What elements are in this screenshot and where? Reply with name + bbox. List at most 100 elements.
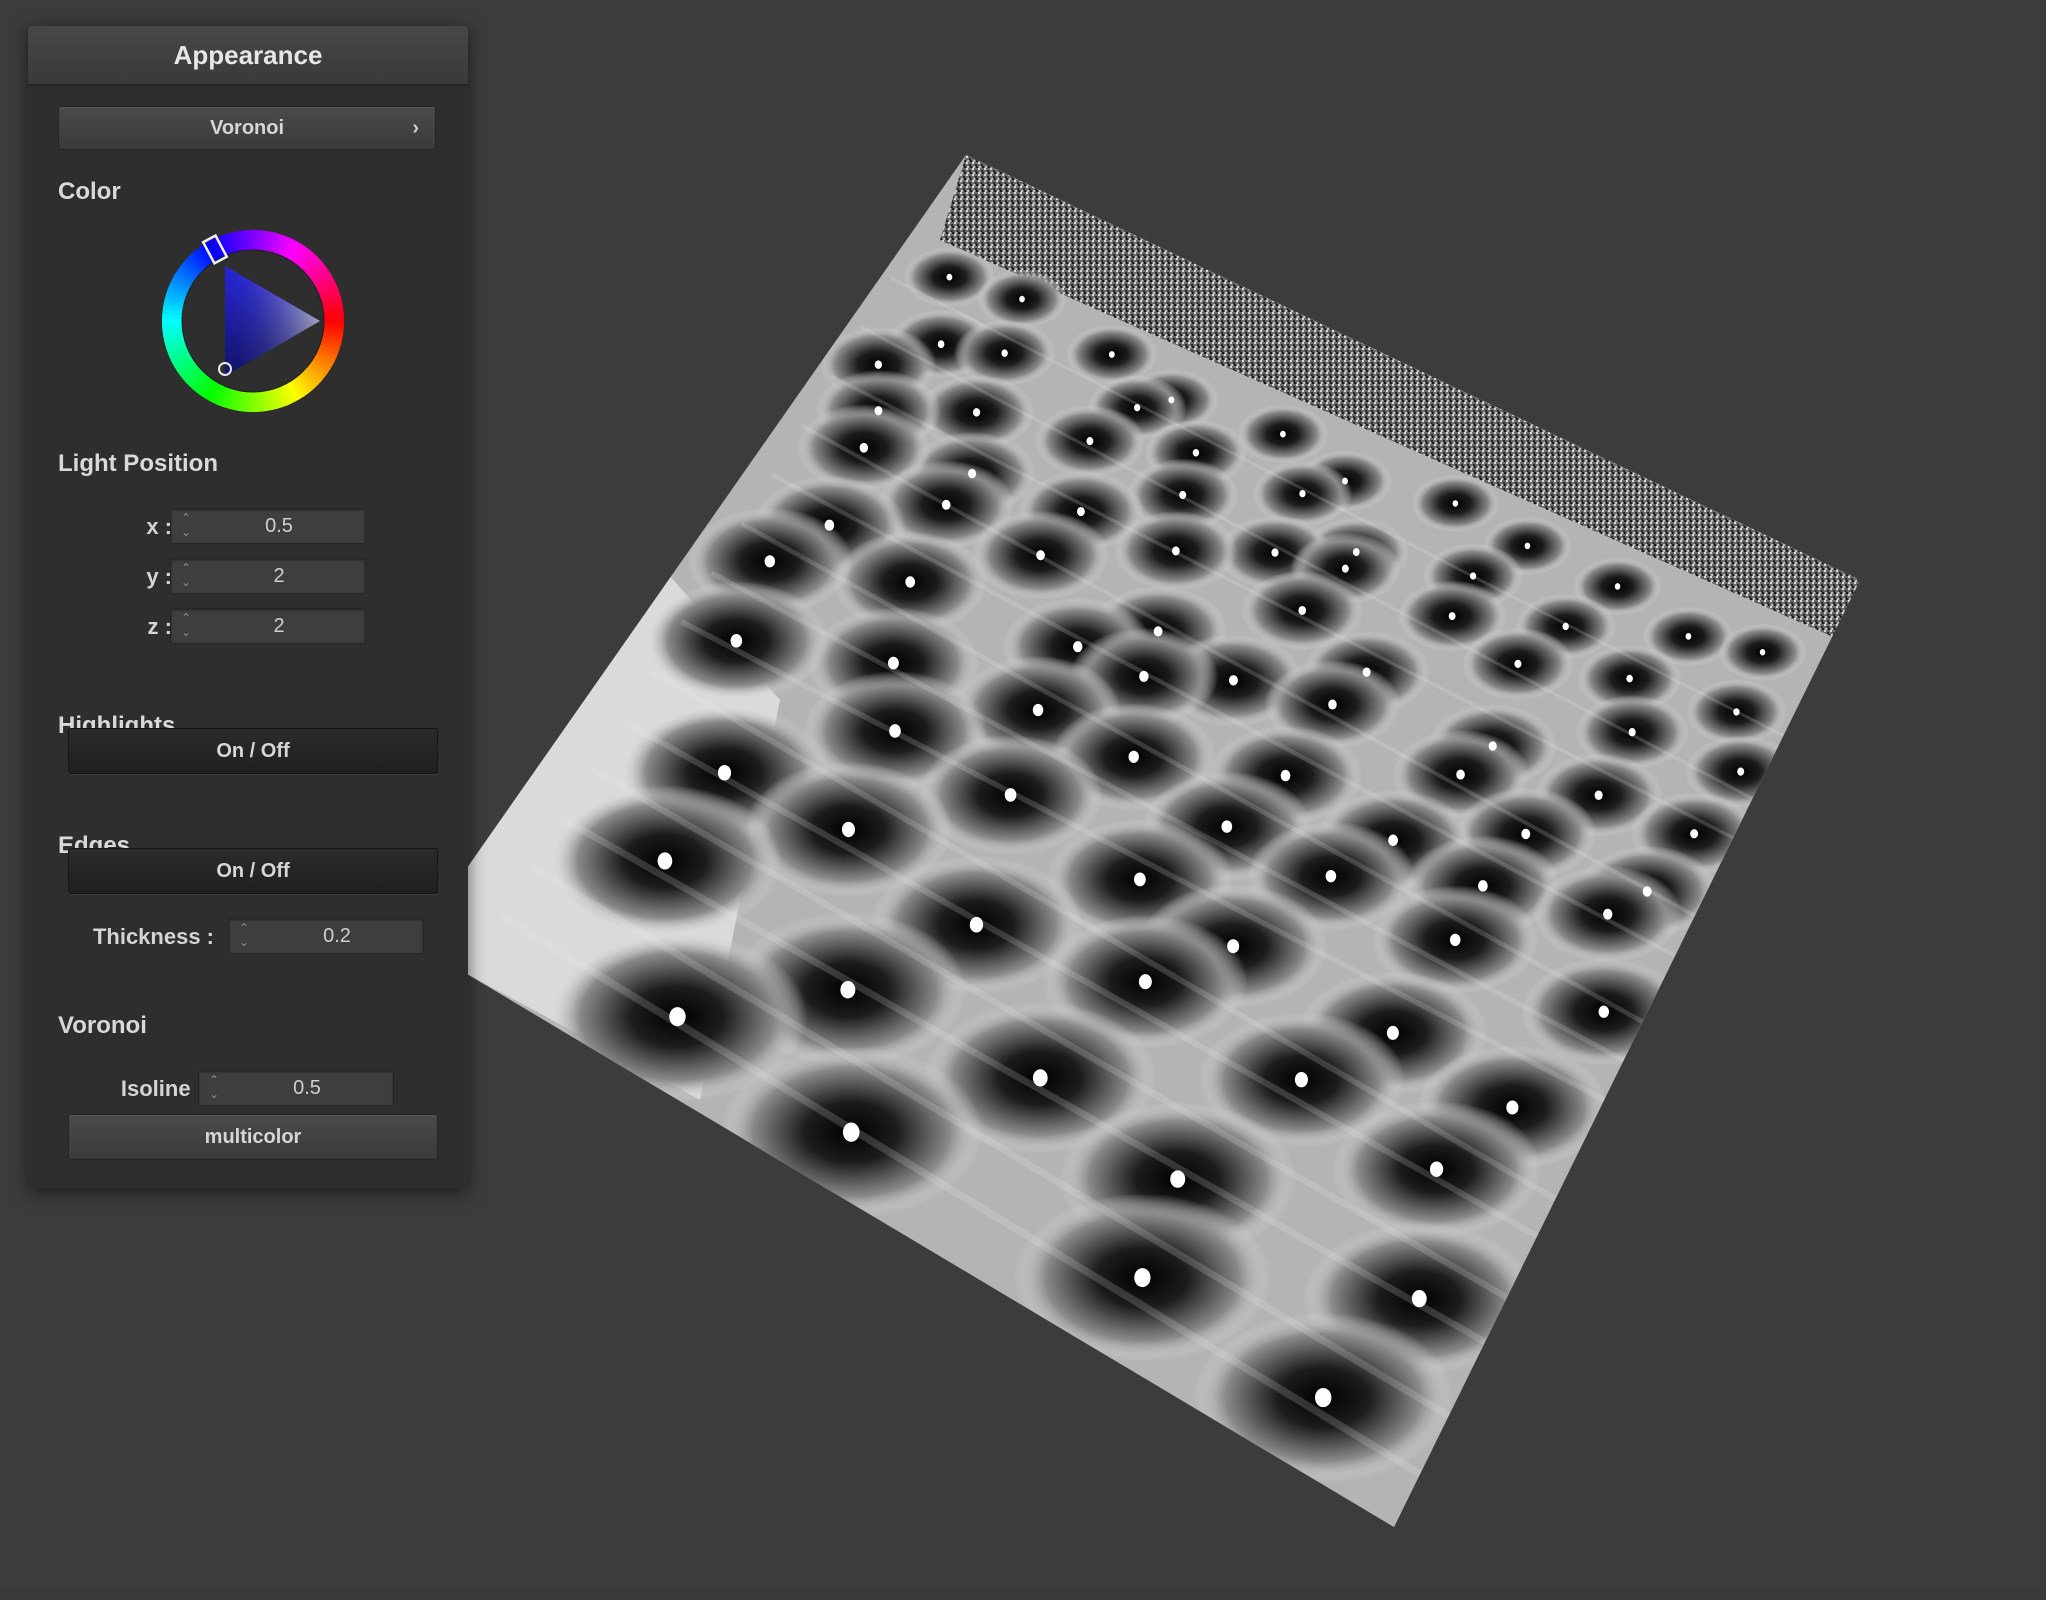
isoline-label: Isoline : xyxy=(120,1076,204,1101)
saturation-value-triangle-icon[interactable] xyxy=(225,266,320,376)
voronoi-seed-point xyxy=(1032,703,1044,717)
light-y-label: y : xyxy=(146,564,172,589)
voronoi-seed-point xyxy=(941,499,951,510)
voronoi-seed-point xyxy=(1271,548,1279,557)
voronoi-seed-point xyxy=(1628,728,1636,737)
voronoi-seed-point xyxy=(1019,295,1025,303)
voronoi-section-label: Voronoi xyxy=(58,1012,147,1039)
voronoi-seed-point xyxy=(730,634,743,648)
edges-toggle-button[interactable]: On / Off xyxy=(68,848,438,894)
voronoi-seed-point xyxy=(764,555,776,568)
material-dropdown-label: Voronoi xyxy=(209,117,285,139)
voronoi-seed-point xyxy=(657,852,673,870)
spin-arrows-icon[interactable]: ⌃ ⌄ xyxy=(177,561,195,591)
voronoi-seed-point xyxy=(1299,489,1306,498)
voronoi-seed-point xyxy=(1221,820,1233,833)
voronoi-seed-point xyxy=(1139,670,1149,682)
voronoi-seed-point xyxy=(1469,572,1477,580)
voronoi-seed-point xyxy=(946,273,953,281)
thickness-label: Thickness : xyxy=(92,924,214,949)
spin-arrows-icon[interactable]: ⌃ ⌄ xyxy=(177,511,195,541)
voronoi-seed-point xyxy=(1001,349,1008,357)
light-x-value[interactable]: 0.5 xyxy=(197,509,361,543)
light-z-spinbox[interactable]: ⌃ ⌄ 2 xyxy=(170,608,366,644)
spin-arrows-icon[interactable]: ⌃ ⌄ xyxy=(205,1073,223,1103)
voronoi-seed-point xyxy=(1452,500,1459,507)
voronoi-seed-point xyxy=(1429,1161,1444,1177)
voronoi-seed-point xyxy=(888,656,899,670)
voronoi-seed-point xyxy=(1449,933,1461,947)
voronoi-seed-point xyxy=(874,360,883,369)
voronoi-seed-point xyxy=(1388,834,1398,846)
voronoi-seed-point xyxy=(1626,674,1633,683)
voronoi-seed-point xyxy=(1128,750,1139,763)
light-y-spinbox[interactable]: ⌃ ⌄ 2 xyxy=(170,558,366,594)
voronoi-seed-point xyxy=(1733,708,1740,716)
voronoi-seed-point xyxy=(1133,872,1146,887)
voronoi-seed-point xyxy=(1514,659,1522,668)
voronoi-seed-point xyxy=(1594,790,1603,800)
voronoi-seed-point xyxy=(1108,351,1115,358)
multicolor-button[interactable]: multicolor xyxy=(68,1114,438,1160)
light-position-label: Light Position xyxy=(58,450,218,477)
voronoi-seed-point xyxy=(1179,490,1187,500)
voronoi-seed-point xyxy=(1086,437,1094,446)
voronoi-seed-point xyxy=(1603,908,1613,920)
voronoi-seed-point xyxy=(1153,626,1163,637)
voronoi-seed-point xyxy=(1328,699,1337,710)
voronoi-seed-point xyxy=(1280,769,1291,782)
voronoi-seed-point xyxy=(1386,1025,1399,1040)
voronoi-seed-point xyxy=(669,1007,686,1027)
voronoi-seed-point xyxy=(1325,869,1337,883)
voronoi-seed-point xyxy=(889,724,901,738)
voronoi-seed-point xyxy=(1280,430,1286,438)
voronoi-seed-point xyxy=(905,576,916,588)
light-x-spinbox[interactable]: ⌃ ⌄ 0.5 xyxy=(170,508,366,544)
color-wheel-icon[interactable] xyxy=(162,230,344,412)
voronoi-seed-point xyxy=(1411,1290,1427,1308)
voronoi-seed-point xyxy=(1228,675,1238,686)
voronoi-seed-point xyxy=(1227,939,1240,954)
thickness-spinbox[interactable]: ⌃ ⌄ 0.2 xyxy=(228,918,424,954)
light-z-value[interactable]: 2 xyxy=(197,609,361,643)
panel-title: Appearance xyxy=(28,26,468,86)
voronoi-seed-point xyxy=(937,340,945,349)
voronoi-seed-point xyxy=(1298,605,1307,615)
voronoi-seed-point xyxy=(1448,612,1456,621)
voronoi-seed-point xyxy=(1488,741,1497,751)
voronoi-seed-point xyxy=(717,765,732,781)
isoline-value[interactable]: 0.5 xyxy=(225,1071,389,1105)
voronoi-seed-point xyxy=(1341,564,1349,573)
voronoi-seed-point xyxy=(1685,632,1692,640)
voronoi-seed-point xyxy=(859,442,869,453)
voronoi-seed-point xyxy=(840,981,856,999)
spin-arrows-icon[interactable]: ⌃ ⌄ xyxy=(177,611,195,641)
voronoi-seed-point xyxy=(1168,396,1175,404)
voronoi-seed-point xyxy=(1737,767,1745,776)
voronoi-seed-point xyxy=(972,408,981,417)
light-y-value[interactable]: 2 xyxy=(197,559,361,593)
voronoi-seed-point xyxy=(1352,548,1360,556)
voronoi-seed-point xyxy=(1759,648,1766,656)
voronoi-seed-point xyxy=(1134,1268,1151,1288)
voronoi-seed-point xyxy=(1192,448,1200,457)
appearance-panel: Appearance Voronoi › Color Light Positio… xyxy=(28,26,468,1188)
voronoi-seed-point xyxy=(824,519,835,531)
material-dropdown[interactable]: Voronoi › xyxy=(58,106,436,150)
voronoi-seed-point xyxy=(1138,974,1152,990)
spin-arrows-icon[interactable]: ⌃ ⌄ xyxy=(235,921,253,951)
voronoi-seed-point xyxy=(968,468,977,479)
voronoi-seed-point xyxy=(1314,1387,1332,1408)
voronoi-seed-point xyxy=(1362,667,1371,677)
voronoi-seed-point xyxy=(1524,542,1531,550)
voronoi-seed-point xyxy=(1294,1072,1308,1088)
voronoi-seed-point xyxy=(1032,1069,1048,1087)
voronoi-seed-point xyxy=(1073,641,1083,653)
voronoi-seed-point xyxy=(1506,1100,1519,1115)
voronoi-seed-point xyxy=(842,1122,860,1142)
highlights-toggle-button[interactable]: On / Off xyxy=(68,728,438,774)
voronoi-seed-point xyxy=(1690,829,1699,839)
isoline-spinbox[interactable]: ⌃ ⌄ 0.5 xyxy=(198,1070,394,1106)
thickness-value[interactable]: 0.2 xyxy=(255,919,419,953)
voronoi-seed-point xyxy=(1562,622,1569,631)
